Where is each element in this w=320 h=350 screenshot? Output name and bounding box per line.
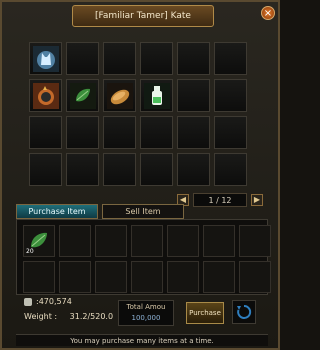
purchase-slot[interactable]: [23, 261, 55, 293]
weight-display: Weight : 31.2/520.0: [24, 312, 113, 321]
shop-item-slot[interactable]: [66, 116, 99, 149]
shop-item-slot[interactable]: [214, 116, 247, 149]
shop-item-slot[interactable]: [177, 116, 210, 149]
shop-item-slot[interactable]: [214, 153, 247, 186]
shop-item-slot[interactable]: [214, 79, 247, 112]
shop-item-slot[interactable]: [140, 42, 173, 75]
weight-value: 31.2/520.0: [69, 312, 114, 321]
shop-item-slot[interactable]: [66, 153, 99, 186]
purchase-grid: 20: [23, 225, 271, 293]
green-leaf-item-icon: [69, 82, 96, 109]
bread-item-icon: [106, 82, 133, 109]
shop-item-grid: [29, 42, 247, 186]
purchase-slot[interactable]: [203, 225, 235, 257]
shop-item-slot[interactable]: [29, 153, 62, 186]
shop-item-slot[interactable]: [140, 116, 173, 149]
close-button[interactable]: ×: [261, 6, 275, 20]
total-amount-label: Total Amou: [126, 303, 166, 311]
purchase-slot[interactable]: [239, 225, 271, 257]
item-quantity: 20: [26, 248, 34, 255]
money-display: :470,574: [24, 297, 72, 306]
shop-item-slot[interactable]: [140, 79, 173, 112]
shop-item-slot[interactable]: [214, 42, 247, 75]
weight-label: Weight :: [24, 312, 58, 321]
shop-item-slot[interactable]: [177, 42, 210, 75]
green-bottle-item-icon: [143, 82, 170, 109]
window-title-text: [Familiar Tamer] Kate: [95, 11, 191, 21]
coin-icon: [24, 297, 32, 306]
shop-pager: ◀ 1 / 12 ▶: [177, 193, 263, 207]
shop-item-slot[interactable]: [29, 116, 62, 149]
purchase-slot[interactable]: [203, 261, 235, 293]
purchase-slot[interactable]: [131, 261, 163, 293]
next-page-button[interactable]: ▶: [251, 194, 263, 206]
refresh-button[interactable]: [232, 300, 256, 324]
shop-item-slot[interactable]: [103, 153, 136, 186]
shop-item-slot[interactable]: [103, 79, 136, 112]
status-message: You may purchase many items at a time.: [16, 334, 268, 346]
purchase-slot[interactable]: [131, 225, 163, 257]
shop-item-slot[interactable]: [103, 42, 136, 75]
purchase-slot[interactable]: [239, 261, 271, 293]
shop-item-slot[interactable]: [29, 42, 62, 75]
tab-purchase-item[interactable]: Purchase Item: [16, 204, 98, 219]
shop-item-slot[interactable]: [66, 79, 99, 112]
shop-item-slot[interactable]: [29, 79, 62, 112]
purchase-slot[interactable]: [167, 225, 199, 257]
blue-aura-cat-item-icon: [32, 45, 59, 72]
shop-item-slot[interactable]: [177, 153, 210, 186]
total-amount-value: 100,000: [131, 314, 161, 322]
shop-item-slot[interactable]: [140, 153, 173, 186]
shop-item-slot[interactable]: [103, 116, 136, 149]
refresh-icon: [237, 304, 252, 319]
window-title: [Familiar Tamer] Kate: [72, 5, 214, 27]
shop-item-slot[interactable]: [177, 79, 210, 112]
purchase-slot[interactable]: [59, 225, 91, 257]
total-amount-box: Total Amou 100,000: [118, 300, 174, 326]
purchase-slot[interactable]: [167, 261, 199, 293]
page-indicator: 1 / 12: [193, 193, 247, 207]
purchase-slot[interactable]: 20: [23, 225, 55, 257]
purchase-panel: 20: [16, 219, 271, 295]
money-amount: :470,574: [36, 297, 72, 306]
purchase-button[interactable]: Purchase: [186, 302, 224, 324]
purchase-slot[interactable]: [59, 261, 91, 293]
tab-sell-item[interactable]: Sell Item: [102, 204, 184, 219]
shop-window: [Familiar Tamer] Kate × ◀ 1 / 12 ▶ Purch…: [0, 0, 280, 350]
purchase-slot[interactable]: [95, 261, 127, 293]
shop-item-slot[interactable]: [66, 42, 99, 75]
red-fox-guardian-item-icon: [32, 82, 59, 109]
purchase-slot[interactable]: [95, 225, 127, 257]
